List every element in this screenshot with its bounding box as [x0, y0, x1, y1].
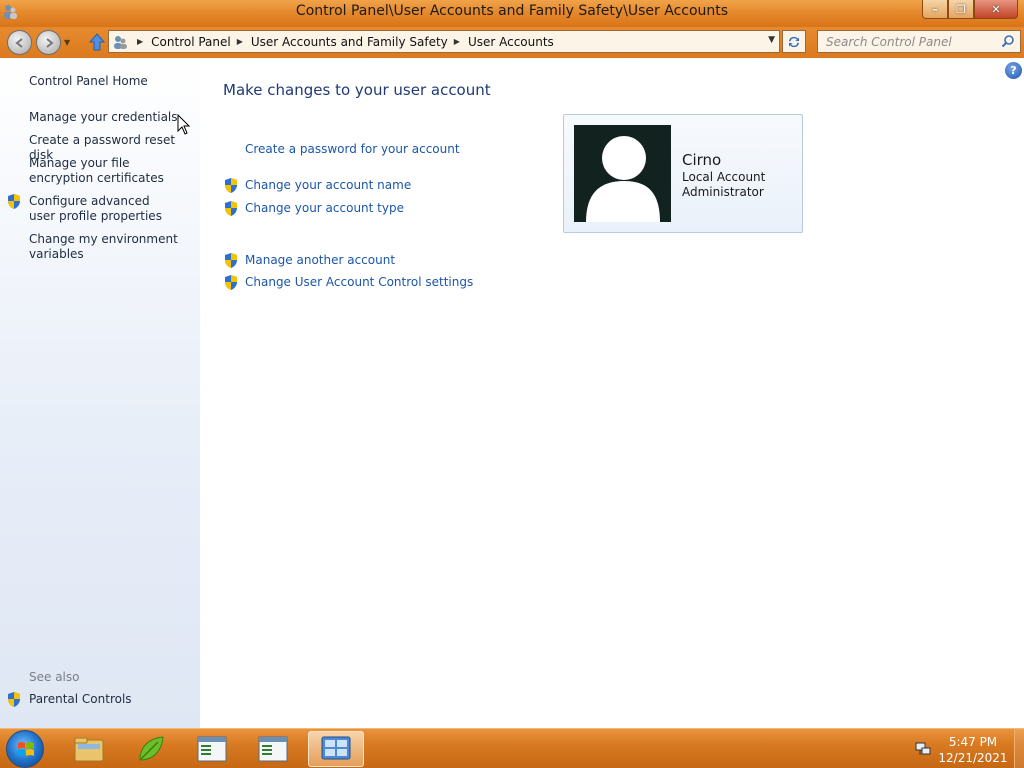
windows-logo-icon [18, 742, 34, 756]
account-role: Administrator [682, 185, 764, 199]
clock-date: 12/21/2021 [938, 751, 1008, 765]
start-button[interactable] [6, 730, 44, 768]
window-icon [197, 736, 227, 762]
folder-icon [74, 737, 104, 762]
page-title: Make changes to your user account [223, 81, 491, 99]
sidebar-item-control-panel-home[interactable]: Control Panel Home [29, 74, 194, 89]
back-button[interactable] [7, 30, 32, 55]
maximize-button[interactable]: ❐ [948, 0, 974, 19]
manage-another-account-link[interactable]: Manage another account [245, 253, 395, 267]
navigation-bar: ▼ ▶ Control Panel ▶ User Accounts and Fa… [0, 27, 1024, 58]
user-silhouette-icon [586, 136, 660, 222]
taskbar-window-button[interactable] [184, 731, 240, 767]
sidebar-item-advanced-profile[interactable]: Configure advanced user profile properti… [29, 194, 179, 224]
control-panel-icon [321, 736, 351, 760]
breadcrumb-user-accounts[interactable]: User Accounts [468, 35, 554, 49]
close-button[interactable]: ✕ [974, 0, 1018, 19]
system-clock[interactable]: 5:47 PM 12/21/2021 [936, 734, 1010, 766]
account-name: Cirno [682, 151, 722, 169]
uac-shield-icon [225, 178, 237, 193]
taskbar-control-panel-button[interactable] [308, 731, 364, 767]
breadcrumb-chevron-icon[interactable]: ▶ [137, 37, 143, 46]
main-content: ? Make changes to your user account Crea… [200, 58, 1024, 728]
change-account-type-link[interactable]: Change your account type [245, 201, 404, 215]
uac-shield-icon [225, 201, 237, 216]
taskbar-leaf-app-button[interactable] [123, 731, 179, 767]
clock-time: 5:47 PM [948, 735, 998, 749]
taskbar-window-button[interactable] [245, 731, 301, 767]
network-icon[interactable] [914, 741, 932, 757]
address-dropdown-icon[interactable]: ▼ [768, 35, 775, 45]
up-button[interactable] [87, 31, 107, 53]
uac-shield-icon [8, 194, 20, 209]
avatar [574, 125, 671, 222]
forward-button[interactable] [36, 30, 61, 55]
forward-arrow-icon [45, 37, 54, 48]
uac-shield-icon [225, 275, 237, 290]
uac-settings-link[interactable]: Change User Account Control settings [245, 275, 473, 289]
refresh-button[interactable] [782, 30, 806, 53]
breadcrumb-user-accounts-family-safety[interactable]: User Accounts and Family Safety [251, 35, 448, 49]
window-controls: – ❐ ✕ [922, 0, 1018, 19]
recent-pages-dropdown[interactable]: ▼ [64, 38, 70, 47]
show-desktop-button[interactable] [1014, 729, 1024, 768]
create-password-link[interactable]: Create a password for your account [245, 142, 460, 156]
title-bar: Control Panel\User Accounts and Family S… [0, 0, 1024, 27]
account-type: Local Account [682, 170, 766, 184]
breadcrumb-chevron-icon[interactable]: ▶ [237, 37, 243, 46]
change-account-name-link[interactable]: Change your account name [245, 178, 411, 192]
uac-shield-icon [225, 253, 237, 268]
refresh-icon [789, 36, 799, 47]
account-card: Cirno Local Account Administrator [563, 114, 803, 233]
taskbar: 5:47 PM 12/21/2021 [0, 728, 1024, 768]
search-placeholder: Search Control Panel [826, 35, 952, 49]
sidebar-item-file-encryption[interactable]: Manage your file encryption certificates [29, 156, 189, 186]
see-also-heading: See also [29, 670, 80, 684]
window-title: Control Panel\User Accounts and Family S… [295, 3, 729, 19]
sidebar-item-manage-credentials[interactable]: Manage your credentials [29, 110, 194, 125]
search-icon[interactable] [1001, 34, 1015, 48]
up-arrow-icon [89, 33, 105, 51]
back-arrow-icon [14, 37, 23, 48]
minimize-button[interactable]: – [922, 0, 948, 19]
address-bar[interactable]: ▶ Control Panel ▶ User Accounts and Fami… [108, 30, 780, 53]
sidebar-item-parental-controls[interactable]: Parental Controls [29, 692, 194, 707]
task-pane: Control Panel Home Manage your credentia… [0, 58, 200, 728]
help-icon[interactable]: ? [1005, 62, 1022, 79]
search-input[interactable]: Search Control Panel [817, 30, 1021, 53]
taskbar-explorer-button[interactable] [61, 731, 117, 767]
leaf-icon [139, 736, 164, 761]
breadcrumb-chevron-icon[interactable]: ▶ [454, 37, 460, 46]
control-panel-icon [109, 31, 131, 52]
mouse-cursor-icon [177, 114, 191, 135]
window-icon [258, 736, 288, 762]
breadcrumb-control-panel[interactable]: Control Panel [151, 35, 231, 49]
sidebar-item-environment-variables[interactable]: Change my environment variables [29, 232, 179, 262]
uac-shield-icon [8, 692, 20, 707]
breadcrumb: ▶ Control Panel ▶ User Accounts and Fami… [131, 31, 554, 52]
